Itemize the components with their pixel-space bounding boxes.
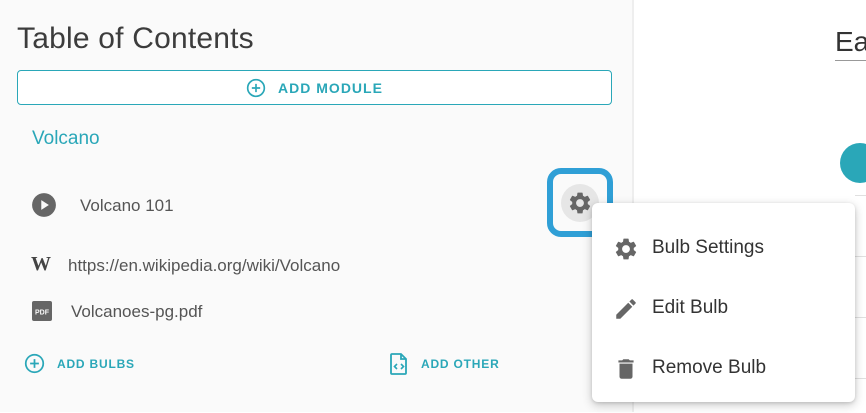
title-underline <box>835 60 866 61</box>
bulb-context-menu: Bulb Settings Edit Bulb Remove Bulb <box>592 203 855 402</box>
play-circle-icon <box>32 193 56 217</box>
bulb-label: Volcanoes-pg.pdf <box>71 302 203 321</box>
menu-item-edit-bulb[interactable]: Edit Bulb <box>592 283 855 333</box>
trash-icon <box>618 359 634 379</box>
svg-text:PDF: PDF <box>35 310 50 317</box>
bulb-label: https://en.wikipedia.org/wiki/Volcano <box>68 256 341 275</box>
add-module-button[interactable]: ADD MODULE <box>17 70 612 105</box>
teal-circle-button[interactable] <box>840 143 866 183</box>
right-row <box>855 196 866 257</box>
add-other-button[interactable]: ADD OTHER <box>389 353 500 375</box>
gear-icon <box>615 238 637 260</box>
table-of-contents-panel: Table of Contents ADD MODULE Volcano Vol… <box>0 0 632 412</box>
menu-item-label: Bulb Settings <box>652 237 764 258</box>
right-panel-title: Ea <box>835 26 866 57</box>
bulb-label: Volcano 101 <box>80 196 174 215</box>
right-row <box>855 257 866 318</box>
add-bulbs-label: ADD BULBS <box>57 356 135 371</box>
right-row <box>855 318 866 379</box>
pdf-icon: PDF <box>32 301 52 321</box>
menu-item-remove-bulb[interactable]: Remove Bulb <box>592 343 855 393</box>
add-circle-icon <box>246 78 266 97</box>
right-panel-rows <box>855 195 866 413</box>
gear-icon <box>569 192 591 213</box>
add-other-label: ADD OTHER <box>421 357 500 371</box>
add-circle-icon <box>24 353 45 374</box>
code-file-icon <box>390 353 407 375</box>
menu-item-label: Edit Bulb <box>652 297 729 318</box>
toc-title: Table of Contents <box>17 22 254 55</box>
pencil-icon <box>616 299 636 319</box>
add-module-label: ADD MODULE <box>278 79 383 96</box>
module-title[interactable]: Volcano <box>32 128 100 150</box>
menu-item-bulb-settings[interactable]: Bulb Settings <box>592 223 855 273</box>
wikipedia-icon: W <box>31 253 51 275</box>
add-bulbs-button[interactable]: ADD BULBS <box>24 353 135 374</box>
menu-item-label: Remove Bulb <box>652 357 767 378</box>
